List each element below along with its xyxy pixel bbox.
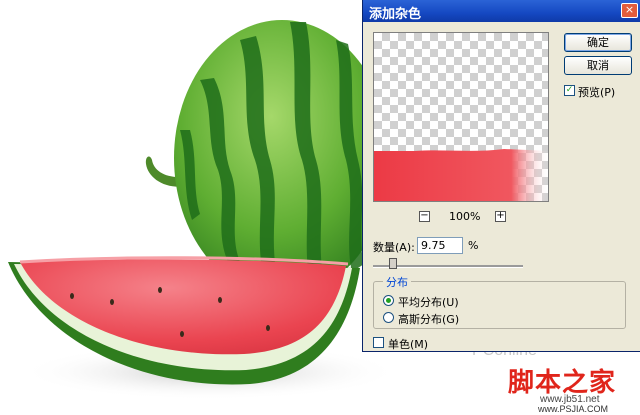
dialog-title: 添加杂色 bbox=[369, 7, 422, 22]
distribution-group-title: 分布 bbox=[383, 274, 411, 290]
preview-checkbox[interactable]: ✓ bbox=[564, 85, 575, 96]
radio-uniform[interactable] bbox=[383, 295, 394, 306]
cancel-button[interactable]: 取消 bbox=[564, 56, 632, 75]
amount-label: 数量(A): bbox=[373, 241, 415, 254]
zoom-out-button[interactable]: − bbox=[419, 211, 430, 222]
radio-uniform-label: 平均分布(U) bbox=[398, 296, 459, 309]
add-noise-dialog: 添加杂色 × 确定 取消 ✓ 预览(P) − 100% + 数量(A): 9.7… bbox=[362, 0, 640, 352]
preview-checkbox-label: 预览(P) bbox=[578, 86, 616, 99]
watermark-ps-url: www.PSJIA.COM bbox=[538, 404, 609, 414]
monochrome-checkbox[interactable] bbox=[373, 337, 384, 348]
preview-noise-sample bbox=[374, 149, 548, 201]
radio-gaussian-label: 高斯分布(G) bbox=[398, 313, 460, 326]
zoom-in-button[interactable]: + bbox=[495, 211, 506, 222]
ok-button[interactable]: 确定 bbox=[564, 33, 632, 52]
monochrome-label: 单色(M) bbox=[388, 338, 429, 351]
amount-slider-thumb[interactable] bbox=[388, 258, 397, 269]
preview-canvas[interactable] bbox=[373, 32, 549, 202]
radio-gaussian[interactable] bbox=[383, 312, 394, 323]
amount-input[interactable]: 9.75 bbox=[417, 237, 463, 254]
close-button[interactable]: × bbox=[621, 3, 638, 18]
zoom-level: 100% bbox=[449, 210, 481, 223]
amount-unit: % bbox=[468, 239, 479, 252]
dialog-title-bar[interactable]: 添加杂色 × bbox=[363, 0, 640, 22]
